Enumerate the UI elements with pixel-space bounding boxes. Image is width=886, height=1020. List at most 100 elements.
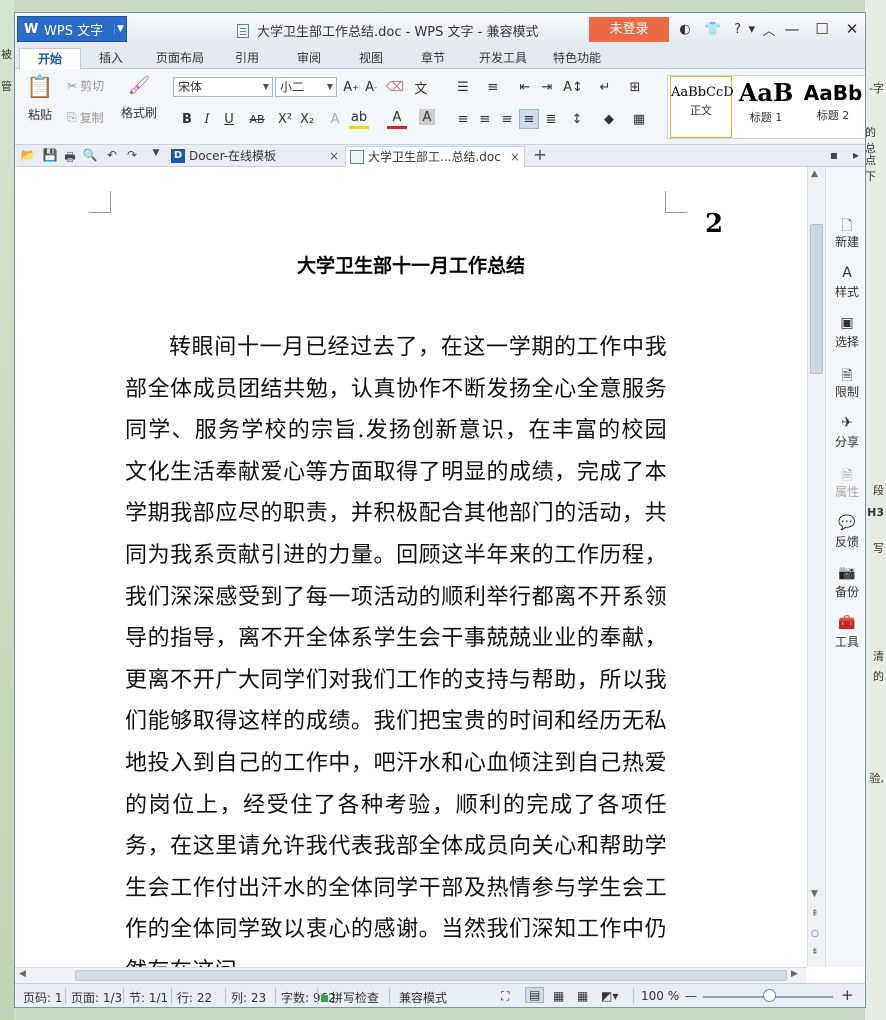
scroll-right-icon[interactable]: ▶ [791,969,798,979]
borders-icon[interactable]: ▦ [629,109,649,129]
tab-page-layout[interactable]: 页面布局 [147,48,213,69]
reading-view-icon[interactable]: ◩▾ [601,989,618,1003]
align-right-icon[interactable]: ≡ [497,109,517,129]
spell-check-toggle[interactable]: 拼写检查 [321,989,379,1006]
vertical-scrollbar[interactable]: ▲ ▼ ⇞ ○ ⇟ [807,167,825,967]
pane-backup[interactable]: 📷 备份 [826,565,865,600]
style-normal[interactable]: AaBbCcD 正文 [670,76,734,138]
zoom-level[interactable]: 100 % [641,989,679,1003]
tab-developer[interactable]: 开发工具 [471,48,535,69]
zoom-in-icon[interactable]: + [841,986,854,1004]
help-icon[interactable]: ? ▾ [727,19,755,39]
tab-home[interactable]: 开始 [19,48,81,69]
doc-tab-current[interactable]: 大学卫生部工...总结.doc × [345,146,525,167]
grow-font-icon[interactable]: A + [341,77,361,97]
table-icon[interactable]: ⊞ [625,77,645,97]
open-icon[interactable]: 📂 [19,148,37,162]
scroll-down-icon[interactable]: ▼ [811,889,818,899]
feedback-icon[interactable]: ◐ [671,19,699,39]
tab-insert[interactable]: 插入 [89,48,133,69]
bold-icon[interactable]: B [177,109,197,129]
style-heading-2[interactable]: AaBb 标题 2 [800,76,865,138]
italic-icon[interactable]: I [197,109,217,129]
copy-button[interactable]: ⎘ 复制 [67,109,104,126]
tab-view[interactable]: 视图 [349,48,393,69]
scroll-left-icon[interactable]: ◀ [19,969,26,979]
chevron-down-icon[interactable]: ▼ [114,24,126,34]
font-name-select[interactable]: 宋体 ▼ [173,77,273,97]
close-icon[interactable]: ✕ [837,17,865,41]
pane-new[interactable]: 🗋 新建 [826,215,865,250]
app-menu-button[interactable]: W WPS 文字 ▼ [17,16,127,42]
tab-chapter[interactable]: 章节 [411,48,455,69]
style-heading-1[interactable]: AaB 标题 1 [734,76,798,138]
next-page-icon[interactable]: ⇟ [811,947,819,957]
line-spacing-icon[interactable]: ↕ [567,109,587,129]
skin-icon[interactable]: 👕 [699,19,727,39]
underline-icon[interactable]: U [219,109,239,129]
subscript-icon[interactable]: X₂ [297,109,317,129]
document-canvas[interactable]: 2 大学卫生部十一月工作总结 转眼间十一月已经过去了，在这一学期的工作中我部全体… [15,167,807,967]
pane-styles[interactable]: A 样式 [826,265,865,300]
tab-references[interactable]: 引用 [225,48,269,69]
outline-view-icon[interactable]: ▦ [553,989,564,1003]
format-painter-button[interactable]: 🖌 格式刷 [119,75,159,135]
cut-button[interactable]: ✂ 剪切 [67,77,104,94]
tab-review[interactable]: 审阅 [287,48,331,69]
justify-icon[interactable]: ≡ [519,109,539,129]
phonetic-icon[interactable]: 文 [411,77,431,97]
highlight-icon[interactable]: ab [349,109,369,129]
pane-properties[interactable]: 🗎 属性 [826,465,865,500]
paste-button[interactable]: 📋 粘贴 [23,75,57,135]
hscroll-thumb[interactable] [75,970,787,981]
bullets-icon[interactable]: ☰ [453,77,473,97]
pane-select[interactable]: ▣ 选择 [826,315,865,350]
pane-share[interactable]: ✈ 分享 [826,415,865,450]
align-left-icon[interactable]: ≡ [453,109,473,129]
pane-restrict[interactable]: 🗎 限制 [826,365,865,400]
undo-icon[interactable]: ↶ [103,148,121,162]
page-view-icon[interactable]: ▤ [525,987,545,1003]
login-button[interactable]: 未登录 [589,17,669,42]
shrink-font-icon[interactable]: A- [361,77,381,97]
doc-tab-docer[interactable]: D Docer-在线模板 × [167,146,343,167]
tab-features[interactable]: 特色功能 [545,48,609,69]
clear-format-icon[interactable]: ⌫ [385,77,405,97]
increase-indent-icon[interactable]: ⇥ [537,77,557,97]
close-tab-icon[interactable]: × [329,146,339,166]
text-effect-icon[interactable]: A [325,109,345,129]
maximize-icon[interactable]: ☐ [807,17,837,41]
horizontal-scrollbar[interactable]: ◀ ▶ [15,967,807,983]
redo-icon[interactable]: ↷ [123,148,141,162]
scroll-thumb[interactable] [810,224,823,374]
zoom-slider-knob[interactable] [763,989,776,1002]
shading-icon[interactable]: ◆ [599,109,619,129]
zoom-out-icon[interactable]: — [685,989,697,1003]
superscript-icon[interactable]: X² [275,109,295,129]
print-icon[interactable]: 🖶 [61,148,79,169]
sort-icon[interactable]: A↕ [563,77,583,97]
prev-page-icon[interactable]: ⇞ [811,909,819,919]
decrease-indent-icon[interactable]: ⇤ [515,77,535,97]
print-preview-icon[interactable]: 🔍 [81,148,99,162]
close-tab-icon[interactable]: × [510,147,520,167]
browse-object-icon[interactable]: ○ [811,929,819,939]
save-icon[interactable]: 💾 [41,148,59,162]
show-marks-icon[interactable]: ↵ [595,77,615,97]
new-tab-icon[interactable]: + [531,145,549,164]
numbering-icon[interactable]: ≡ [483,77,503,97]
align-center-icon[interactable]: ≡ [475,109,495,129]
font-size-select[interactable]: 小二 ▼ [275,77,337,97]
font-color-icon[interactable]: A [387,109,407,129]
minimize-icon[interactable]: — [777,17,807,41]
fullscreen-icon[interactable]: ⛶ [501,989,509,1004]
tab-menu-icon[interactable]: ▸ [847,148,865,162]
tab-list-icon[interactable]: ▪ [825,148,843,162]
pane-feedback[interactable]: 💬 反馈 [826,515,865,550]
strikethrough-icon[interactable]: AB [247,109,267,129]
customize-qa-icon[interactable]: ▼ [147,148,165,158]
char-shading-icon[interactable]: A [419,109,435,125]
pane-tools[interactable]: 🧰 工具 [826,615,865,650]
scroll-up-icon[interactable]: ▲ [811,169,818,179]
web-view-icon[interactable]: ▦ [577,989,588,1003]
